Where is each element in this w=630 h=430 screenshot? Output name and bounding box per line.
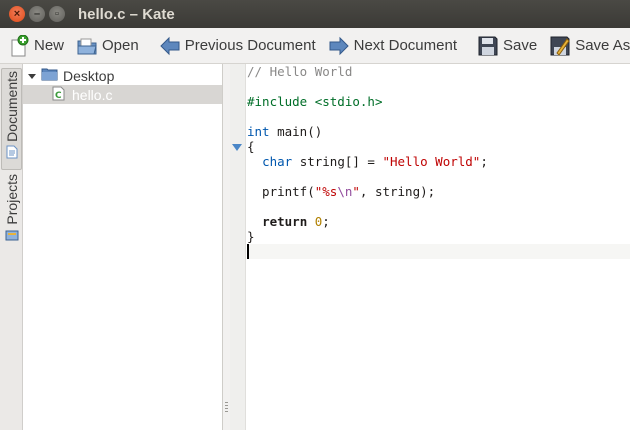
tree-file-hello-c[interactable]: C hello.c <box>23 85 222 104</box>
code-type: char <box>262 154 293 169</box>
code-text: printf( <box>247 184 315 199</box>
documents-icon <box>5 145 19 162</box>
code-line: // Hello World <box>247 64 630 79</box>
tab-projects[interactable]: Projects <box>1 172 22 252</box>
document-new-icon <box>8 34 30 57</box>
code-text: ; <box>322 214 330 229</box>
panel-splitter[interactable] <box>223 64 230 430</box>
code-line: { <box>247 139 630 154</box>
new-button[interactable]: New <box>2 31 70 61</box>
code-area[interactable]: // Hello World #include <stdio.h> int ma… <box>247 64 630 259</box>
code-line: printf("%s\n", string); <box>247 184 630 199</box>
next-document-button[interactable]: Next Document <box>322 31 463 61</box>
maximize-window-button[interactable]: ▫ <box>49 6 65 22</box>
code-comment: // Hello World <box>247 64 353 79</box>
fold-triangle-icon[interactable] <box>232 144 242 151</box>
next-document-label: Next Document <box>353 37 457 54</box>
save-as-button-label: Save As <box>575 37 630 54</box>
close-window-button[interactable]: × <box>9 6 25 22</box>
window-title: hello.c – Kate <box>78 5 175 23</box>
floppy-disk-icon <box>477 35 499 57</box>
editor-gutter <box>230 64 246 430</box>
splitter-grip[interactable] <box>225 402 228 414</box>
side-tab-strip: Documents Projects <box>0 64 23 430</box>
folder-icon <box>41 67 58 84</box>
code-line: char string[] = "Hello World"; <box>247 154 630 169</box>
title-bar: × – ▫ hello.c – Kate <box>0 0 630 28</box>
open-button[interactable]: Open <box>70 31 145 61</box>
code-line: } <box>247 229 630 244</box>
projects-icon <box>5 228 19 245</box>
previous-document-label: Previous Document <box>184 37 316 54</box>
main-toolbar: New Open Previous Document Next Document <box>0 28 630 64</box>
code-line: int main() <box>247 124 630 139</box>
svg-text:C: C <box>55 91 62 101</box>
code-include-header: <stdio.h> <box>314 94 383 109</box>
save-button[interactable]: Save <box>471 31 543 61</box>
previous-document-button[interactable]: Previous Document <box>153 31 322 61</box>
code-text: string[] = <box>292 154 383 169</box>
maximize-icon: ▫ <box>55 7 59 20</box>
expand-arrow-icon[interactable] <box>28 68 37 84</box>
code-line: return 0; <box>247 214 630 229</box>
current-line <box>247 244 630 259</box>
code-editor[interactable]: // Hello World #include <stdio.h> int ma… <box>230 64 630 430</box>
folder-open-icon <box>76 35 98 57</box>
code-preprocessor: #include <box>247 94 315 109</box>
save-as-icon <box>549 35 571 57</box>
tab-documents-label: Documents <box>3 71 20 142</box>
c-source-file-icon: C <box>52 86 65 104</box>
code-text: , string); <box>359 184 436 199</box>
save-as-button[interactable]: Save As <box>543 31 630 61</box>
code-string: "Hello World" <box>382 154 481 169</box>
tab-projects-label: Projects <box>3 174 20 225</box>
arrow-right-icon <box>328 35 350 57</box>
new-button-label: New <box>34 37 65 54</box>
minimize-icon: – <box>33 7 41 20</box>
tree-folder-desktop[interactable]: Desktop <box>23 66 222 85</box>
save-button-label: Save <box>503 37 538 54</box>
tab-documents[interactable]: Documents <box>1 68 22 170</box>
code-text: main() <box>269 124 323 139</box>
code-string: "%s <box>314 184 338 199</box>
tree-folder-label: Desktop <box>63 67 115 84</box>
code-string: " <box>352 184 360 199</box>
code-line: #include <stdio.h> <box>247 94 630 109</box>
arrow-left-icon <box>159 35 181 57</box>
text-cursor <box>247 244 249 259</box>
open-button-label: Open <box>102 37 139 54</box>
code-text: ; <box>480 154 488 169</box>
close-icon: × <box>13 7 21 20</box>
code-keyword: return <box>262 214 308 229</box>
code-escape: \n <box>337 184 353 199</box>
code-text: { <box>247 139 255 154</box>
minimize-window-button[interactable]: – <box>29 6 45 22</box>
code-type: int <box>247 124 270 139</box>
code-text: } <box>247 229 255 244</box>
tree-file-label: hello.c <box>72 86 113 103</box>
file-tree: Desktop C hello.c <box>23 64 223 430</box>
